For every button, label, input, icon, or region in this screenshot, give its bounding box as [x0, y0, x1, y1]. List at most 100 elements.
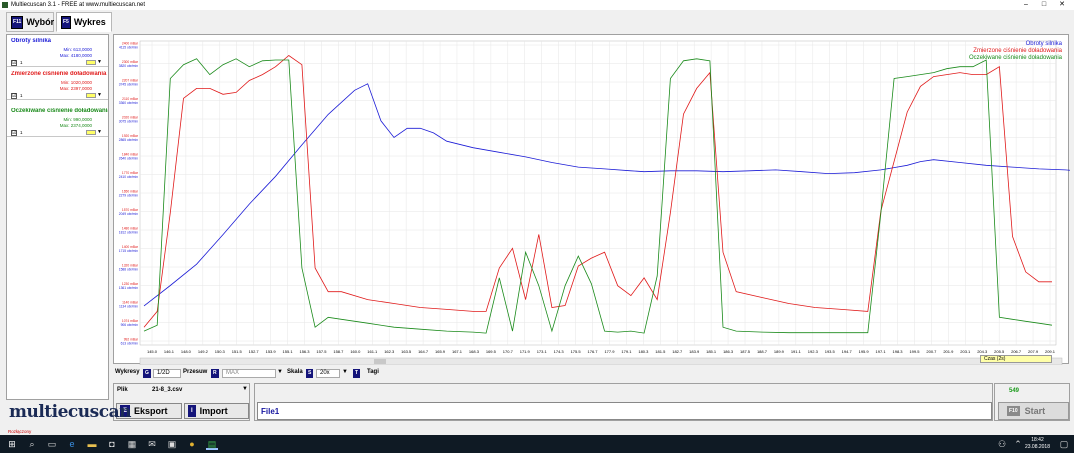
- wykresy-key: G: [143, 369, 151, 378]
- taskbar-clock[interactable]: 18:42 23.08.2018: [1025, 437, 1050, 451]
- signal-max: Max: 4180,0000: [59, 53, 92, 58]
- x-tick-label: 192.3: [808, 349, 819, 354]
- chevron-down-icon[interactable]: ▼: [97, 129, 102, 135]
- file-name-field[interactable]: File1: [257, 402, 992, 420]
- skala-select[interactable]: 20x: [316, 369, 340, 378]
- x-tick-label: 195.9: [859, 349, 870, 354]
- calculator-icon[interactable]: ▦: [126, 438, 138, 450]
- minimize-button[interactable]: –: [1018, 0, 1034, 10]
- x-tick-label: 177.9: [604, 349, 615, 354]
- search-icon[interactable]: ⌕: [26, 438, 38, 450]
- mail-icon[interactable]: ✉: [146, 438, 158, 450]
- x-tick-label: 146.1: [164, 349, 175, 354]
- chevron-down-icon[interactable]: ▼: [242, 386, 248, 392]
- app-window: Multiecuscan 3.1 - FREE at www.multiecus…: [0, 0, 1074, 453]
- task-view-icon[interactable]: ▭: [46, 438, 58, 450]
- chevron-down-icon[interactable]: ▼: [97, 59, 102, 65]
- x-tick-label: 199.5: [909, 349, 920, 354]
- przesuw-label: Przesuw: [183, 369, 208, 375]
- legend-entry: Oczekiwane ciśnienie doładowania: [968, 55, 1062, 61]
- signal-max: Max: 2374,0000: [59, 123, 92, 128]
- y-tick-label-rpm: 1715 obr/min: [119, 249, 138, 253]
- chevron-down-icon[interactable]: ▼: [277, 369, 283, 375]
- start-button[interactable]: F10 Start: [998, 402, 1069, 420]
- legend-entry: Obroty silnika: [1025, 41, 1062, 47]
- import-label: Import: [199, 406, 228, 416]
- maximize-button[interactable]: □: [1036, 0, 1052, 10]
- tab-wykres[interactable]: F5 Wykres: [56, 12, 112, 32]
- close-button[interactable]: ✕: [1054, 0, 1070, 10]
- y-tick-label-rpm: 1361 obr/min: [119, 286, 138, 290]
- x-tick-label: 168.3: [469, 349, 480, 354]
- x-tick-label: 173.1: [537, 349, 548, 354]
- taskbar: ⊞ ⌕ ▭ e ▬ ◘ ▦ ✉ ▣ ● ▤ ⚇ ⌃ 18:42 23.08.20…: [0, 435, 1074, 453]
- signal-color-swatch[interactable]: [86, 130, 96, 135]
- multiecuscan-logo: multiecuscan: [9, 402, 131, 422]
- y-tick-label-rpm: 3075 obr/min: [119, 119, 138, 123]
- signal-checkbox[interactable]: ☑: [11, 93, 17, 99]
- edge-icon[interactable]: e: [66, 438, 78, 450]
- folder-icon[interactable]: ▬: [86, 438, 98, 450]
- x-tick-label: 149.2: [198, 349, 209, 354]
- x-tick-label: 151.5: [232, 349, 243, 354]
- x-tick-label: 156.3: [299, 349, 310, 354]
- signal-item[interactable]: Oczekiwane ciśnienie doładowania Min: 99…: [7, 105, 108, 137]
- multiecuscan-taskbar-icon[interactable]: ▤: [206, 438, 218, 450]
- y-tick-label-rpm: 2640 obr/min: [119, 156, 138, 160]
- windows-start-icon[interactable]: ⊞: [6, 438, 18, 450]
- people-icon[interactable]: ⚇: [996, 438, 1008, 450]
- przesuw-select[interactable]: MAX: [222, 369, 276, 378]
- signal-axis-index: 1: [20, 60, 23, 65]
- y-tick-label-rpm: 613 obr/min: [121, 341, 139, 345]
- chevron-down-icon[interactable]: ▼: [97, 92, 102, 98]
- signal-color-swatch[interactable]: [86, 93, 96, 98]
- x-tick-label: 163.5: [401, 349, 412, 354]
- wykresy-select[interactable]: 1/2D: [153, 369, 181, 378]
- connection-status: Rozłączony: [0, 428, 1074, 435]
- y-tick-label-rpm: 2865 obr/min: [119, 138, 138, 142]
- import-button[interactable]: I Import: [184, 403, 249, 419]
- x-tick-label: 200.7: [926, 349, 937, 354]
- chrome-icon[interactable]: ●: [186, 438, 198, 450]
- photos-icon[interactable]: ▣: [166, 438, 178, 450]
- plik-label: Plik: [117, 387, 128, 393]
- import-key: I: [188, 405, 196, 417]
- x-tick-label: 165.9: [435, 349, 446, 354]
- x-tick-label: 209.1: [1045, 349, 1056, 354]
- signal-axis-index: 1: [20, 93, 23, 98]
- tab-key: F5: [61, 15, 71, 29]
- legend-entry: Zmierzone ciśnienie doładowania: [973, 48, 1062, 54]
- x-tick-label: 189.9: [774, 349, 785, 354]
- file-panel: Plik 21-8_3.csv ▼ E Eksport I Import: [113, 383, 250, 421]
- x-tick-label: 206.7: [1011, 349, 1022, 354]
- y-tick-label-rpm: 4115 obr/min: [119, 45, 138, 49]
- signal-checkbox[interactable]: ☑: [11, 130, 17, 136]
- signal-color-swatch[interactable]: [86, 60, 96, 65]
- x-tick-label: 187.5: [740, 349, 751, 354]
- x-tick-label: 148.0: [181, 349, 192, 354]
- store-icon[interactable]: ◘: [106, 438, 118, 450]
- signal-checkbox[interactable]: ☑: [11, 60, 17, 66]
- x-axis-label[interactable]: Czas (2s): [980, 355, 1052, 363]
- x-tick-label: 158.7: [333, 349, 344, 354]
- signal-name: Zmierzone ciśnienie doładowania: [11, 71, 107, 77]
- file-name-panel: File1: [254, 383, 993, 421]
- y-tick-label-rpm: 3360 obr/min: [119, 101, 138, 105]
- tray-chevron-icon[interactable]: ⌃: [1012, 438, 1024, 450]
- x-tick-label: 157.5: [316, 349, 327, 354]
- chart-area[interactable]: 145.0 146.1 148.0 149.2 150.3 151.5 152.7 153.9…: [113, 34, 1070, 365]
- skala-label: Skala: [287, 369, 303, 375]
- window-title: Multiecuscan 3.1 - FREE at www.multiecus…: [11, 2, 146, 8]
- tagi-label[interactable]: Tagi: [367, 369, 379, 375]
- tab-wybor[interactable]: F11 Wybór: [6, 12, 54, 32]
- tab-label: Wykres: [73, 17, 106, 27]
- chevron-down-icon[interactable]: ▼: [342, 369, 348, 375]
- start-label: Start: [1024, 406, 1046, 416]
- przesuw-key: R: [211, 369, 219, 378]
- signal-item[interactable]: Obroty silnika Min: 613,0000 Max: 4180,0…: [7, 35, 108, 67]
- signal-name: Oczekiwane ciśnienie doładowania: [11, 108, 108, 114]
- notification-icon[interactable]: ▢: [1058, 438, 1070, 450]
- signal-axis-index: 1: [20, 130, 23, 135]
- signal-item[interactable]: Zmierzone ciśnienie doładowania Min: 102…: [7, 68, 108, 100]
- x-tick-label: 175.5: [571, 349, 582, 354]
